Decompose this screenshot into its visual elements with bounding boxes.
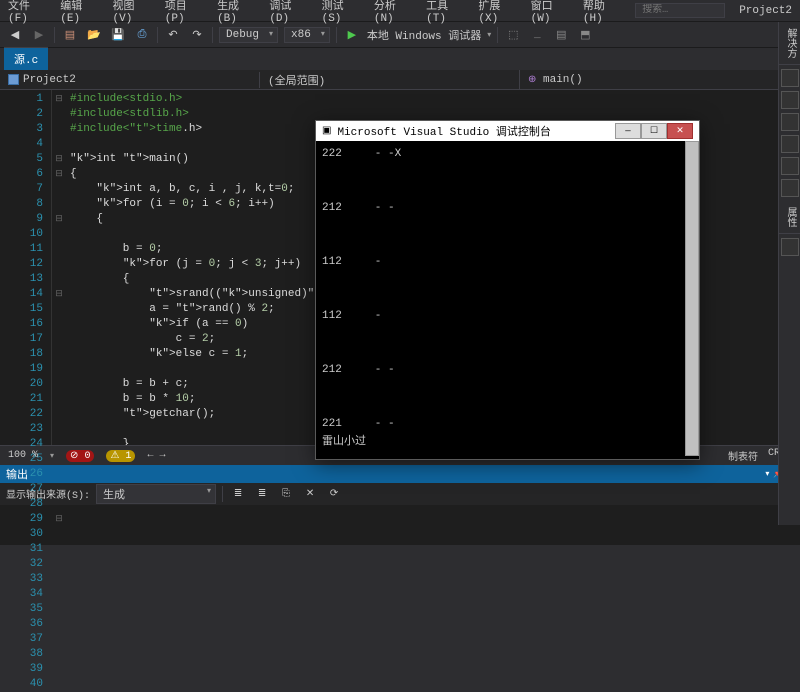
output-body[interactable] bbox=[0, 505, 800, 545]
output-toolbar: 显示输出来源(S): 生成 ≣ ≣ ⎘ ✕ ⟳ bbox=[0, 483, 800, 505]
nav-fwd-icon[interactable]: ▶ bbox=[30, 26, 48, 44]
run-button[interactable]: 本地 Windows 调试器 bbox=[367, 27, 481, 43]
error-count[interactable]: ⊘ 0 bbox=[66, 450, 94, 462]
dock-icon-4[interactable] bbox=[781, 135, 799, 153]
dock-icon-5[interactable] bbox=[781, 157, 799, 175]
nav-function[interactable]: ⊕ main() bbox=[520, 72, 780, 88]
project-name: Project2 bbox=[739, 5, 792, 17]
nav-func-label: main() bbox=[543, 74, 583, 86]
tb-icon-4[interactable]: ⬒ bbox=[576, 26, 594, 44]
dock-properties[interactable]: 属性 bbox=[779, 201, 800, 234]
menu-analyze[interactable]: 分析(N) bbox=[374, 0, 412, 25]
tb-icon-1[interactable]: ⬚ bbox=[504, 26, 522, 44]
output-source-dropdown[interactable]: 生成 bbox=[96, 484, 216, 504]
out-ico-1[interactable]: ≣ bbox=[229, 485, 247, 503]
out-ico-5[interactable]: ⟳ bbox=[325, 485, 343, 503]
search-input[interactable] bbox=[635, 3, 725, 18]
menu-bar: 文件(F) 编辑(E) 视图(V) 项目(P) 生成(B) 调试(D) 测试(S… bbox=[0, 0, 800, 22]
editor-tabstrip: 源.c bbox=[0, 48, 800, 70]
platform-dropdown[interactable]: x86 bbox=[284, 27, 330, 43]
console-maximize-button[interactable]: ☐ bbox=[641, 123, 667, 139]
nav-arrows[interactable]: ← → bbox=[147, 450, 165, 461]
open-icon[interactable]: 📂 bbox=[85, 26, 103, 44]
debug-console-window[interactable]: ▣ Microsoft Visual Studio 调试控制台 — ☐ ✕ 22… bbox=[315, 120, 700, 460]
dock-icon-2[interactable] bbox=[781, 91, 799, 109]
saveall-icon[interactable]: ⎙ bbox=[133, 26, 151, 44]
out-ico-3[interactable]: ⎘ bbox=[277, 485, 295, 503]
nav-scope-label: (全局范围) bbox=[268, 72, 325, 88]
console-minimize-button[interactable]: — bbox=[615, 123, 641, 139]
dock-solution-explorer[interactable]: 解决方 bbox=[779, 22, 800, 65]
nav-project[interactable]: Project2 bbox=[0, 72, 260, 88]
tb-icon-3[interactable]: ▤ bbox=[552, 26, 570, 44]
menu-project[interactable]: 项目(P) bbox=[165, 0, 203, 25]
console-title-text: Microsoft Visual Studio 调试控制台 bbox=[337, 123, 550, 139]
zoom-level[interactable]: 100 % bbox=[8, 450, 38, 461]
fold-gutter[interactable]: ⊟ ⊟⊟ ⊟ ⊟ ⊟ bbox=[52, 90, 66, 445]
nav-scope[interactable]: (全局范围) bbox=[260, 70, 520, 90]
tab-source[interactable]: 源.c bbox=[4, 47, 48, 70]
console-close-button[interactable]: ✕ bbox=[667, 123, 693, 139]
tb-icon-2[interactable]: _ bbox=[528, 26, 546, 44]
right-dock: 解决方 属性 bbox=[778, 22, 800, 525]
console-output[interactable]: 222 - -X 212 - - 112 - 112 - 212 - - 221… bbox=[316, 141, 699, 456]
undo-icon[interactable]: ↶ bbox=[164, 26, 182, 44]
dock-icon-7[interactable] bbox=[781, 238, 799, 256]
project-icon bbox=[8, 74, 19, 85]
out-ico-4[interactable]: ✕ bbox=[301, 485, 319, 503]
output-source-label: 显示输出来源(S): bbox=[6, 486, 90, 502]
menu-file[interactable]: 文件(F) bbox=[8, 0, 46, 25]
config-dropdown[interactable]: Debug bbox=[219, 27, 278, 43]
dock-icon-3[interactable] bbox=[781, 113, 799, 131]
nav-project-label: Project2 bbox=[23, 74, 76, 86]
menu-test[interactable]: 测试(S) bbox=[322, 0, 360, 25]
output-pin-icon[interactable]: ▾ bbox=[765, 469, 769, 479]
nav-back-icon[interactable]: ◀ bbox=[6, 26, 24, 44]
menu-extensions[interactable]: 扩展(X) bbox=[478, 0, 516, 25]
save-icon[interactable]: 💾 bbox=[109, 26, 127, 44]
console-app-icon: ▣ bbox=[322, 125, 331, 137]
new-icon[interactable]: ▤ bbox=[61, 26, 79, 44]
menu-view[interactable]: 视图(V) bbox=[113, 0, 151, 25]
line-gutter: 1234567891011121314151617181920212223242… bbox=[0, 90, 52, 445]
run-icon[interactable]: ▶ bbox=[343, 26, 361, 44]
dock-icon-1[interactable] bbox=[781, 69, 799, 87]
menu-tools[interactable]: 工具(T) bbox=[426, 0, 464, 25]
out-ico-2[interactable]: ≣ bbox=[253, 485, 271, 503]
sb-tabs[interactable]: 制表符 bbox=[728, 448, 758, 464]
menu-edit[interactable]: 编辑(E) bbox=[60, 0, 98, 25]
menu-help[interactable]: 帮助(H) bbox=[583, 0, 621, 25]
output-panel-header: 输出 ▾ 📌 ✕ bbox=[0, 465, 800, 483]
redo-icon[interactable]: ↷ bbox=[188, 26, 206, 44]
output-title: 输出 bbox=[6, 466, 28, 482]
function-icon: ⊕ bbox=[528, 74, 539, 86]
menu-build[interactable]: 生成(B) bbox=[217, 0, 255, 25]
menu-window[interactable]: 窗口(W) bbox=[531, 0, 569, 25]
warning-count[interactable]: ⚠ 1 bbox=[106, 450, 135, 462]
nav-bar: Project2 (全局范围) ⊕main() + bbox=[0, 70, 800, 90]
menu-debug[interactable]: 调试(D) bbox=[269, 0, 307, 25]
dock-icon-6[interactable] bbox=[781, 179, 799, 197]
console-scrollbar[interactable] bbox=[685, 141, 699, 456]
main-toolbar: ◀ ▶ ▤ 📂 💾 ⎙ ↶ ↷ Debug x86 ▶ 本地 Windows 调… bbox=[0, 22, 800, 48]
console-titlebar[interactable]: ▣ Microsoft Visual Studio 调试控制台 — ☐ ✕ bbox=[316, 121, 699, 141]
